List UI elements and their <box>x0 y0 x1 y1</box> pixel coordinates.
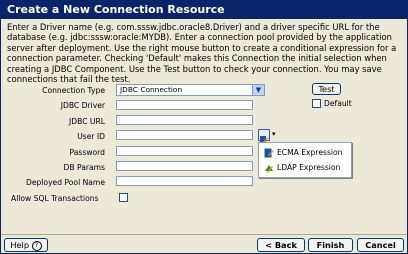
jdbc-url-field[interactable] <box>116 115 253 125</box>
default-checkbox[interactable] <box>312 99 321 108</box>
default-label: Default <box>324 99 352 108</box>
ecma-expression-icon <box>264 148 274 158</box>
allow-sql-transactions-label: Allow SQL Transactions <box>11 194 99 203</box>
cancel-button[interactable]: Cancel <box>357 238 404 252</box>
ecma-expression-label: ECMA Expression <box>277 148 343 157</box>
expression-button[interactable] <box>258 129 270 144</box>
help-button-label: Help <box>10 240 30 250</box>
ldap-expression-label: LDAP Expression <box>277 163 341 172</box>
deployed-pool-name-label: Deployed Pool Name <box>25 178 105 187</box>
test-button[interactable]: Test <box>312 83 341 95</box>
user-id-field[interactable] <box>116 130 253 140</box>
menu-item-ldap-expression[interactable]: LDAP Expression <box>262 161 350 175</box>
chevron-down-icon[interactable]: ▼ <box>252 85 264 95</box>
dropdown-arrow-icon[interactable]: ▾ <box>272 131 276 138</box>
password-field[interactable] <box>116 146 253 156</box>
jdbc-url-label: JDBC URL <box>69 117 105 126</box>
back-button[interactable]: < Back <box>257 238 305 252</box>
question-circle-icon: ? <box>31 240 42 251</box>
footer-divider <box>1 234 407 235</box>
finish-button[interactable]: Finish <box>308 238 353 252</box>
instructions-text: Enter a Driver name (e.g. com.sssw.jdbc.… <box>7 22 397 85</box>
connection-type-label: Connection Type <box>42 86 105 95</box>
db-params-field[interactable] <box>116 161 253 171</box>
connection-resource-dialog: Create a New Connection Resource Enter a… <box>0 0 408 254</box>
jdbc-driver-label: JDBC Driver <box>60 101 105 110</box>
user-id-label: User ID <box>77 132 105 141</box>
menu-item-ecma-expression[interactable]: ECMA Expression <box>262 146 350 160</box>
expression-menu: ECMA Expression LDAP Expression <box>258 142 352 178</box>
dialog-title: Create a New Connection Resource <box>1 1 407 19</box>
connection-type-value: JDBC Connection <box>120 85 183 94</box>
help-button[interactable]: Help ? <box>4 238 48 252</box>
ldap-expression-icon <box>265 165 273 173</box>
db-params-label: DB Params <box>63 163 106 172</box>
deployed-pool-name-field[interactable] <box>116 176 253 186</box>
connection-type-select[interactable]: JDBC Connection ▼ <box>116 84 265 96</box>
jdbc-driver-field[interactable] <box>116 100 253 110</box>
password-label: Password <box>69 148 105 157</box>
allow-sql-transactions-checkbox[interactable] <box>119 193 128 202</box>
